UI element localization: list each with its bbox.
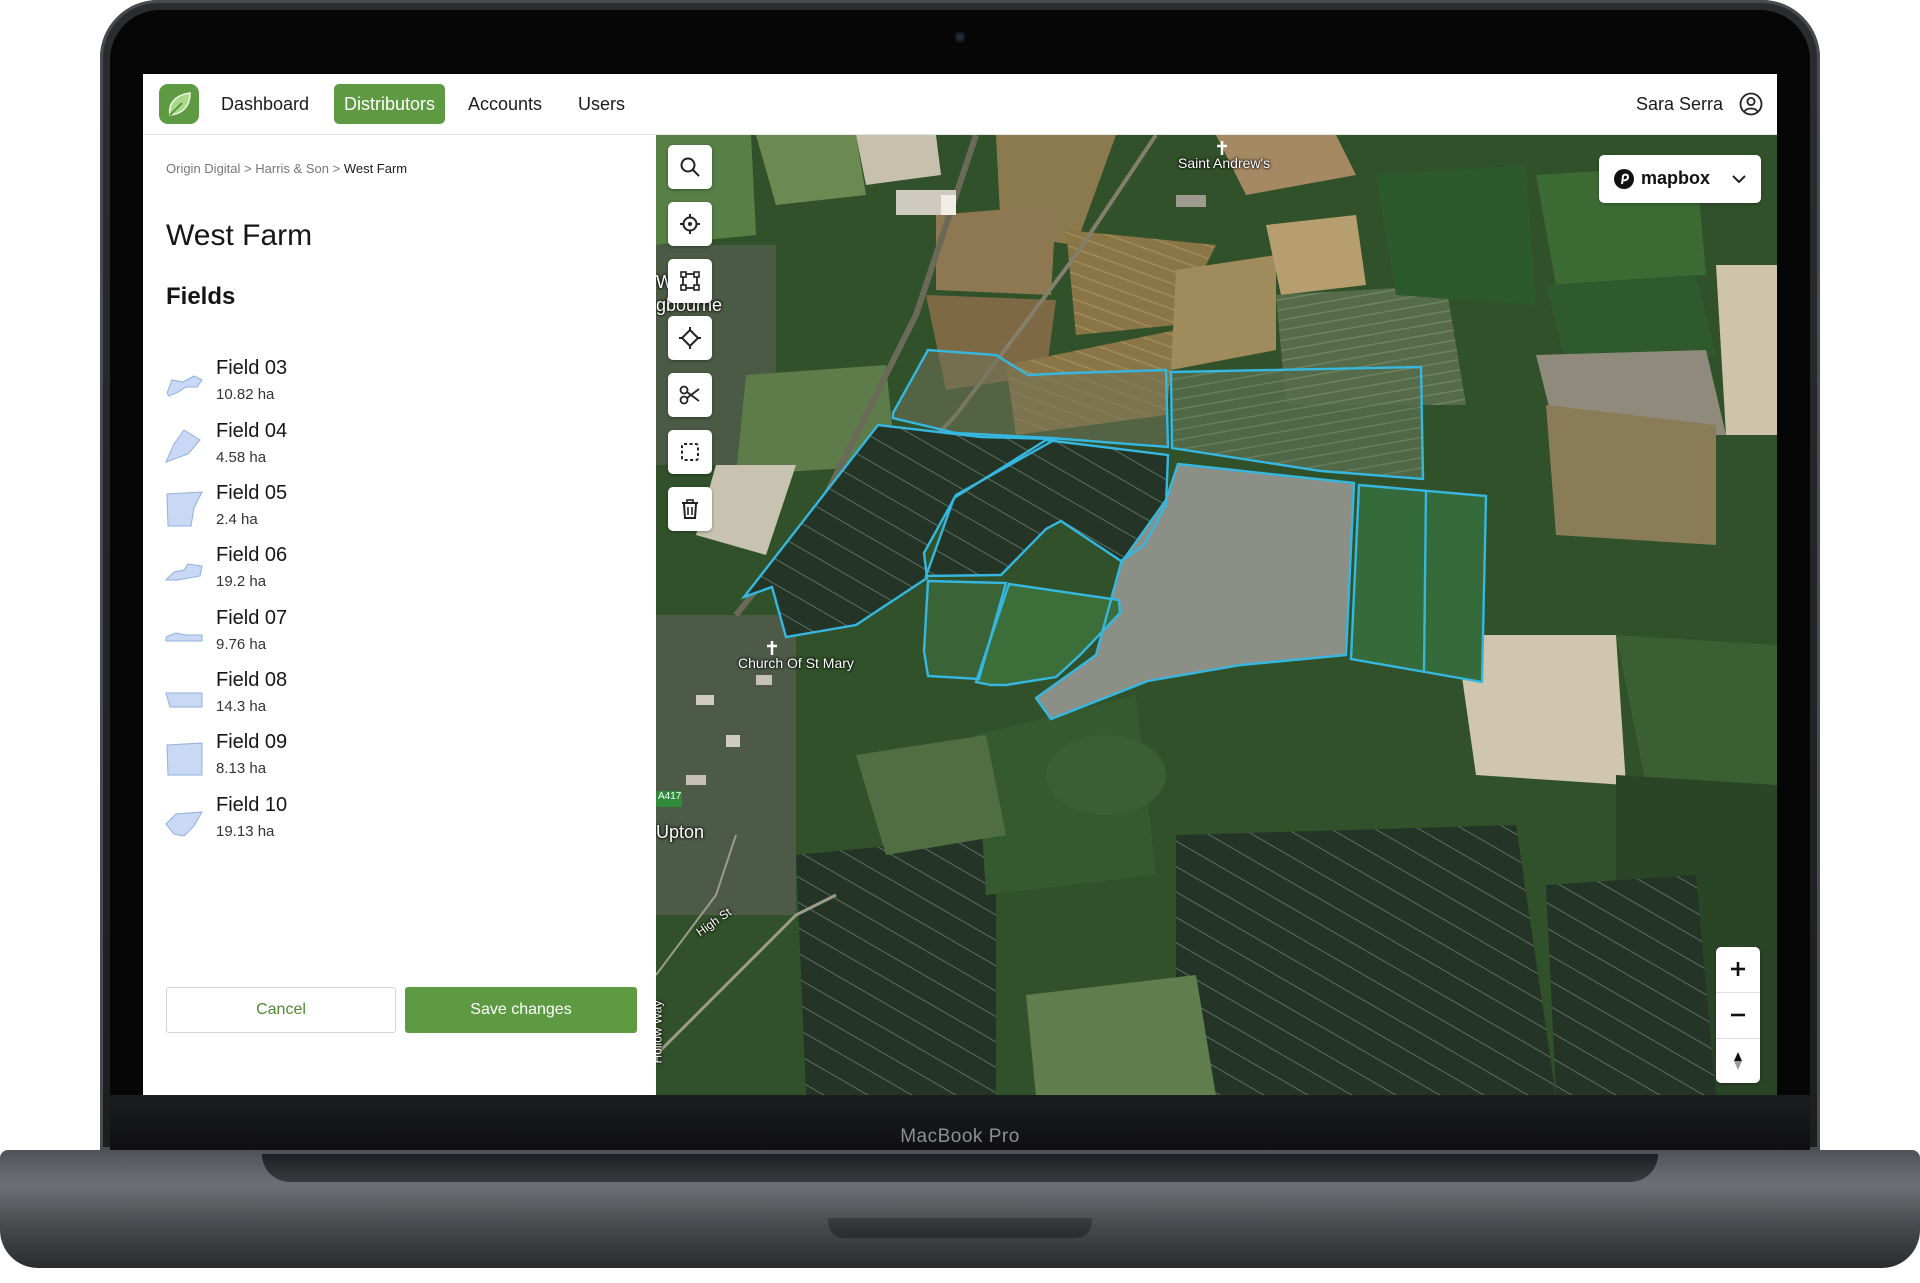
breadcrumb-origin-digital[interactable]: Origin Digital (166, 161, 240, 176)
keyboard-slot (262, 1154, 1658, 1182)
field-list-item[interactable]: Field 06 19.2 ha (164, 542, 464, 602)
vertex-icon (679, 327, 701, 349)
field-shape-icon (165, 692, 203, 708)
fields-heading: Fields (166, 283, 236, 310)
field-shape-icon (165, 811, 203, 837)
page-title: West Farm (166, 219, 313, 252)
locate-button[interactable] (668, 202, 712, 246)
field-list-item[interactable]: Field 03 10.82 ha (164, 355, 464, 415)
search-icon (680, 157, 700, 177)
top-navigation-bar: Dashboard Distributors Accounts Users Sa… (143, 74, 1777, 135)
breadcrumb-harris-son[interactable]: Harris & Son (255, 161, 329, 176)
nav-accounts[interactable]: Accounts (458, 84, 552, 124)
field-shape-icon (165, 632, 203, 642)
cancel-button[interactable]: Cancel (166, 987, 396, 1033)
field-area: 19.2 ha (216, 573, 267, 590)
field-shape-icon (164, 563, 203, 581)
nav-dashboard[interactable]: Dashboard (211, 84, 319, 124)
device-brand-label: MacBook Pro (900, 1126, 1020, 1147)
app-logo-icon[interactable] (159, 84, 199, 124)
field-list-item[interactable]: Field 09 8.13 ha (164, 729, 464, 789)
farm-side-panel: Origin Digital > Harris & Son > West Far… (143, 135, 656, 1096)
trash-icon (682, 499, 698, 519)
minus-icon (1731, 1013, 1745, 1017)
save-changes-button[interactable]: Save changes (405, 987, 637, 1033)
reset-bearing-button[interactable] (1716, 1039, 1760, 1084)
user-name[interactable]: Sara Serra (1636, 84, 1723, 124)
field-list-item[interactable]: Field 05 2.4 ha (164, 480, 464, 540)
compass-icon (1734, 1052, 1742, 1070)
camera (956, 33, 964, 41)
map-label-church-st-mary: Church Of St Mary (738, 655, 854, 671)
field-area: 9.76 ha (216, 636, 267, 653)
field-name: Field 08 (216, 669, 288, 691)
zoom-in-button[interactable] (1716, 947, 1760, 992)
polygon-icon (680, 271, 700, 291)
breadcrumb-separator: > (244, 161, 252, 176)
road-shield-a417: A417 (658, 791, 682, 802)
map-label-upton: Upton (656, 822, 705, 842)
edit-vertices-button[interactable] (668, 316, 712, 360)
select-icon (681, 443, 699, 461)
mapbox-logo-icon (1614, 169, 1634, 189)
scissors-icon (679, 385, 700, 405)
field-area: 14.3 ha (216, 698, 267, 715)
field-area: 19.13 ha (216, 823, 275, 840)
field-name: Field 09 (216, 731, 288, 753)
field-list-item[interactable]: Field 04 4.58 ha (164, 418, 464, 478)
map-search-button[interactable] (668, 145, 712, 189)
nav-users[interactable]: Users (568, 84, 635, 124)
zoom-controls (1716, 947, 1760, 1083)
field-shape-icon (165, 429, 201, 463)
field-shape-icon (166, 742, 203, 776)
field-area: 2.4 ha (216, 511, 258, 528)
breadcrumb-separator: > (332, 161, 341, 176)
field-area: 10.82 ha (216, 386, 275, 403)
locate-icon (680, 214, 700, 234)
app-screen: Dashboard Distributors Accounts Users Sa… (143, 74, 1777, 1096)
select-area-button[interactable] (668, 430, 712, 474)
field-shape-icon (166, 375, 203, 397)
field-shape-icon (166, 491, 203, 527)
split-field-button[interactable] (668, 373, 712, 417)
field-name: Field 10 (216, 794, 288, 816)
delete-button[interactable] (668, 487, 712, 531)
map-label-hollow-way: Hollow Way (656, 1000, 665, 1064)
field-name: Field 05 (216, 482, 288, 504)
satellite-map[interactable]: Saint Andrew's Church Of St Mary W gbour… (656, 135, 1777, 1096)
breadcrumb: Origin Digital > Harris & Son > West Far… (166, 161, 407, 176)
field-area: 4.58 ha (216, 449, 267, 466)
zoom-out-button[interactable] (1716, 993, 1760, 1038)
user-account-icon[interactable] (1739, 92, 1763, 116)
field-list-item[interactable]: Field 07 9.76 ha (164, 605, 464, 665)
plus-icon (1731, 962, 1745, 976)
satellite-imagery (656, 135, 1777, 1096)
draw-polygon-button[interactable] (668, 259, 712, 303)
field-name: Field 06 (216, 544, 288, 566)
nav-distributors[interactable]: Distributors (334, 84, 446, 124)
field-area: 8.13 ha (216, 760, 267, 777)
map-label-saint-andrews: Saint Andrew's (1178, 155, 1271, 171)
field-name: Field 04 (216, 420, 288, 442)
map-style-selector[interactable]: mapbox (1599, 155, 1761, 203)
chevron-down-icon (1732, 175, 1746, 184)
map-style-label: mapbox (1641, 168, 1711, 188)
lid-notch (828, 1218, 1092, 1238)
breadcrumb-current: West Farm (343, 161, 408, 176)
field-name: Field 07 (216, 607, 288, 629)
field-list-item[interactable]: Field 10 19.13 ha (164, 792, 464, 852)
field-list-item[interactable]: Field 08 14.3 ha (164, 667, 464, 727)
field-name: Field 03 (216, 357, 288, 379)
